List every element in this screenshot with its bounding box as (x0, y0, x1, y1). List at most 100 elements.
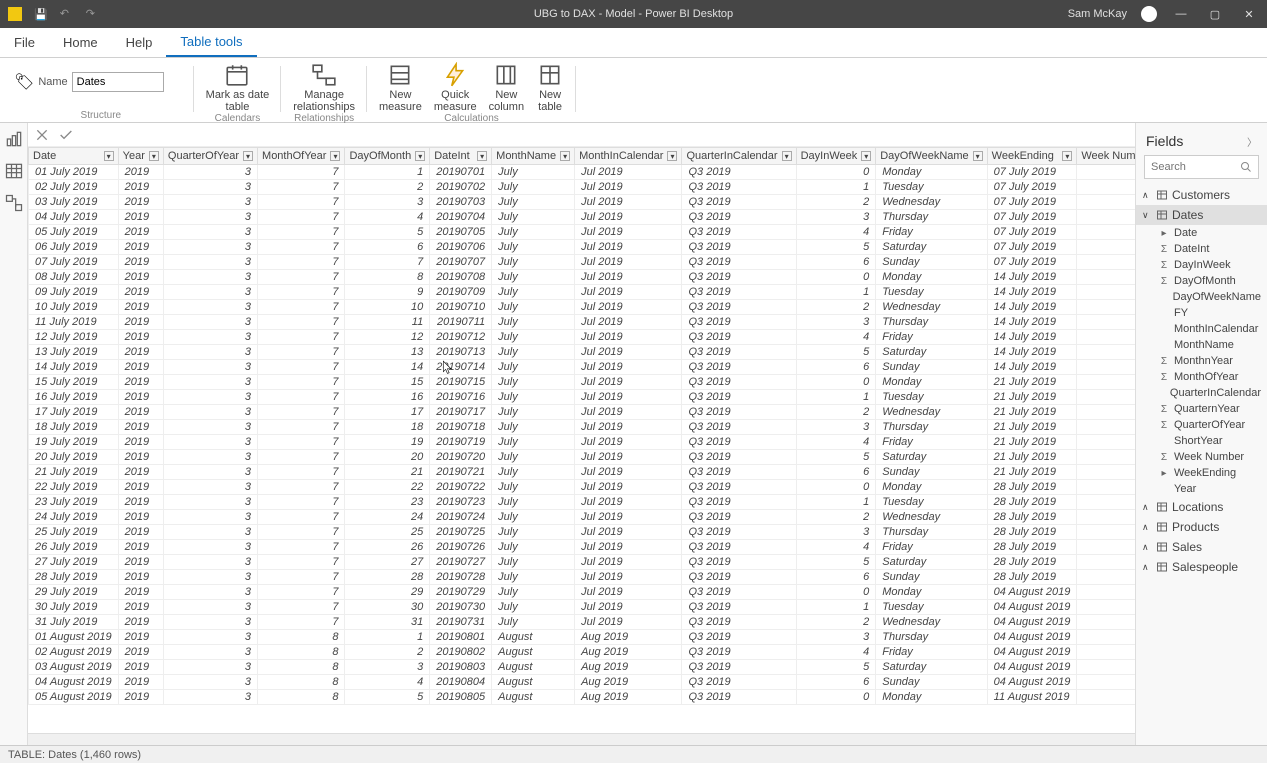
table-cell[interactable]: Jul 2019 (575, 360, 682, 375)
new-table-button[interactable]: New table (530, 62, 570, 113)
table-cell[interactable]: Thursday (876, 420, 987, 435)
table-cell[interactable]: 1 (796, 600, 876, 615)
table-cell[interactable]: July (492, 480, 575, 495)
table-cell[interactable]: 29 (345, 585, 430, 600)
table-cell[interactable]: 8 (258, 690, 345, 705)
avatar[interactable] (1141, 6, 1157, 22)
save-icon[interactable]: 💾 (34, 8, 48, 21)
table-cell[interactable]: 20190801 (430, 630, 492, 645)
table-cell[interactable]: 2019 (118, 405, 163, 420)
table-cell[interactable]: August (492, 645, 575, 660)
table-cell[interactable]: 14 July 2019 (29, 360, 119, 375)
table-cell[interactable]: July (492, 495, 575, 510)
table-cell[interactable]: Q3 2019 (682, 165, 796, 180)
table-cell[interactable]: 31 (1077, 630, 1135, 645)
table-cell[interactable]: 2019 (118, 570, 163, 585)
table-cell[interactable]: 08 July 2019 (29, 270, 119, 285)
table-cell[interactable]: 4 (796, 540, 876, 555)
table-cell[interactable]: 0 (796, 375, 876, 390)
table-cell[interactable]: 2019 (118, 555, 163, 570)
table-cell[interactable]: 5 (796, 555, 876, 570)
table-cell[interactable]: 3 (163, 225, 257, 240)
table-cell[interactable]: 05 July 2019 (29, 225, 119, 240)
table-cell[interactable]: 3 (163, 675, 257, 690)
table-cell[interactable]: 23 July 2019 (29, 495, 119, 510)
table-cell[interactable]: 2019 (118, 330, 163, 345)
table-cell[interactable]: Wednesday (876, 615, 987, 630)
table-cell[interactable]: 5 (796, 660, 876, 675)
table-cell[interactable]: 2019 (118, 600, 163, 615)
table-cell[interactable]: 20190719 (430, 435, 492, 450)
table-cell[interactable]: July (492, 195, 575, 210)
table-row[interactable]: 30 July 20192019373020190730JulyJul 2019… (29, 600, 1136, 615)
table-cell[interactable]: 6 (796, 360, 876, 375)
fields-field[interactable]: ΣQuarternYear (1136, 401, 1267, 417)
column-header[interactable]: DayInWeek▾ (796, 148, 876, 165)
table-cell[interactable]: Thursday (876, 210, 987, 225)
table-cell[interactable]: Q3 2019 (682, 660, 796, 675)
table-row[interactable]: 25 July 20192019372520190725JulyJul 2019… (29, 525, 1136, 540)
table-cell[interactable]: 20190702 (430, 180, 492, 195)
table-cell[interactable]: 2019 (118, 480, 163, 495)
table-cell[interactable]: Q3 2019 (682, 255, 796, 270)
table-cell[interactable]: Jul 2019 (575, 330, 682, 345)
table-cell[interactable]: Tuesday (876, 600, 987, 615)
table-cell[interactable]: Q3 2019 (682, 375, 796, 390)
table-cell[interactable]: 3 (796, 630, 876, 645)
table-cell[interactable]: 8 (258, 675, 345, 690)
table-cell[interactable]: 2019 (118, 270, 163, 285)
table-cell[interactable]: 20190726 (430, 540, 492, 555)
table-cell[interactable]: 7 (258, 315, 345, 330)
table-cell[interactable]: 29 (1077, 465, 1135, 480)
table-cell[interactable]: 3 (163, 240, 257, 255)
undo-icon[interactable]: ↶ (60, 7, 74, 21)
table-cell[interactable]: Q3 2019 (682, 195, 796, 210)
table-cell[interactable]: 20190707 (430, 255, 492, 270)
table-cell[interactable]: 2019 (118, 375, 163, 390)
table-cell[interactable]: 2019 (118, 210, 163, 225)
table-cell[interactable]: Jul 2019 (575, 420, 682, 435)
table-row[interactable]: 23 July 20192019372320190723JulyJul 2019… (29, 495, 1136, 510)
table-cell[interactable]: 2019 (118, 645, 163, 660)
table-cell[interactable]: 23 (345, 495, 430, 510)
table-cell[interactable]: 2019 (118, 510, 163, 525)
column-header[interactable]: MonthOfYear▾ (258, 148, 345, 165)
table-cell[interactable]: 07 July 2019 (987, 165, 1077, 180)
table-cell[interactable]: 3 (163, 330, 257, 345)
table-cell[interactable]: 18 July 2019 (29, 420, 119, 435)
table-cell[interactable]: 17 July 2019 (29, 405, 119, 420)
table-cell[interactable]: 27 July 2019 (29, 555, 119, 570)
table-cell[interactable]: 3 (163, 180, 257, 195)
table-cell[interactable]: 13 July 2019 (29, 345, 119, 360)
table-cell[interactable]: 3 (163, 435, 257, 450)
table-cell[interactable]: Q3 2019 (682, 330, 796, 345)
menu-table-tools[interactable]: Table tools (166, 28, 256, 57)
table-cell[interactable]: 3 (163, 405, 257, 420)
fields-field[interactable]: ▸WeekEnding (1136, 465, 1267, 481)
table-cell[interactable]: July (492, 240, 575, 255)
table-cell[interactable]: 2019 (118, 495, 163, 510)
table-cell[interactable]: July (492, 270, 575, 285)
table-cell[interactable]: August (492, 660, 575, 675)
table-cell[interactable]: 3 (163, 630, 257, 645)
table-cell[interactable]: 2 (796, 510, 876, 525)
table-cell[interactable]: Jul 2019 (575, 540, 682, 555)
table-cell[interactable]: 07 July 2019 (987, 210, 1077, 225)
filter-dropdown-icon[interactable]: ▾ (782, 151, 792, 161)
table-cell[interactable]: 0 (796, 480, 876, 495)
table-cell[interactable]: Jul 2019 (575, 210, 682, 225)
table-cell[interactable]: 28 (1077, 360, 1135, 375)
redo-icon[interactable]: ↷ (86, 7, 100, 21)
table-cell[interactable]: 2019 (118, 255, 163, 270)
table-cell[interactable]: 01 July 2019 (29, 165, 119, 180)
table-cell[interactable]: 3 (796, 210, 876, 225)
table-cell[interactable]: 20190722 (430, 480, 492, 495)
table-cell[interactable]: 4 (796, 225, 876, 240)
fields-field[interactable]: ΣQuarterOfYear (1136, 417, 1267, 433)
table-cell[interactable]: Sunday (876, 465, 987, 480)
filter-dropdown-icon[interactable]: ▾ (861, 151, 871, 161)
table-cell[interactable]: 27 (1077, 240, 1135, 255)
table-cell[interactable]: Q3 2019 (682, 225, 796, 240)
table-cell[interactable]: Q3 2019 (682, 405, 796, 420)
table-cell[interactable]: Jul 2019 (575, 345, 682, 360)
